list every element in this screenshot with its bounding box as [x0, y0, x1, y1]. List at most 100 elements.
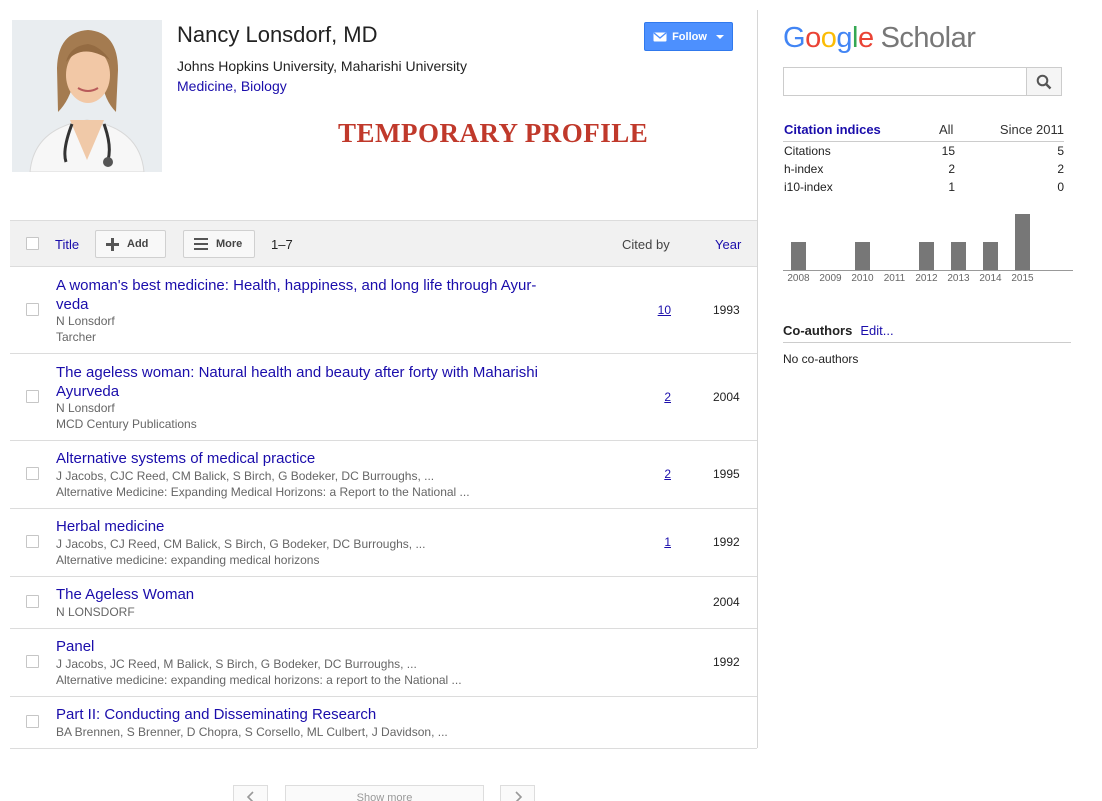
article-title-link[interactable]: The ageless woman: Natural health and be…	[56, 363, 566, 401]
article-row: Part II: Conducting and Disseminating Re…	[10, 697, 757, 749]
add-label: Add	[127, 238, 149, 250]
article-venue: Alternative medicine: expanding medical …	[56, 553, 320, 567]
more-button[interactable]: More	[183, 230, 255, 258]
article-row: The ageless woman: Natural health and be…	[10, 354, 757, 441]
article-title-link[interactable]: Alternative systems of medical practice	[56, 449, 566, 468]
chart-tick-label: 2015	[1011, 273, 1034, 284]
article-count: 1–7	[271, 237, 293, 252]
article-title-link[interactable]: Herbal medicine	[56, 517, 566, 536]
article-authors: J Jacobs, CJC Reed, CM Balick, S Birch, …	[56, 469, 435, 483]
cited-by-link[interactable]: 2	[664, 467, 671, 481]
article-checkbox[interactable]	[26, 595, 39, 608]
article-authors: N Lonsdorf	[56, 401, 115, 415]
plus-icon	[106, 237, 119, 251]
logo-letter: g	[836, 22, 852, 54]
cited-by-link[interactable]: 10	[658, 303, 671, 317]
follow-label: Follow	[672, 30, 707, 43]
coauthors-header: Co-authors Edit...	[783, 323, 1071, 343]
article-checkbox[interactable]	[26, 535, 39, 548]
next-page-button[interactable]	[500, 785, 535, 801]
chart-bar-2010[interactable]	[855, 242, 870, 270]
chevron-down-icon	[715, 34, 724, 39]
article-authors: BA Brennen, S Brenner, D Chopra, S Corse…	[56, 725, 448, 739]
article-year: 1992	[713, 655, 740, 669]
article-title-link[interactable]: Part II: Conducting and Disseminating Re…	[56, 705, 566, 724]
search-icon	[1036, 74, 1052, 89]
article-checkbox[interactable]	[26, 303, 39, 316]
articles-toolbar: Title Add More 1–7 Cited by Year	[10, 220, 757, 267]
chart-tick-label: 2014	[979, 273, 1002, 284]
cited-by-header: Cited by	[622, 237, 670, 252]
interest-biology-link[interactable]: Biology	[241, 78, 287, 94]
logo-scholar-text: Scholar	[880, 22, 976, 54]
article-checkbox[interactable]	[26, 390, 39, 403]
article-row: Alternative systems of medical practice …	[10, 441, 757, 509]
article-checkbox[interactable]	[26, 715, 39, 728]
chart-tick-label: 2010	[851, 273, 874, 284]
add-button[interactable]: Add	[95, 230, 166, 258]
article-year: 2004	[713, 390, 740, 404]
citation-row-since: 0	[1057, 180, 1064, 194]
article-year: 1993	[713, 303, 740, 317]
scholar-search-input[interactable]	[783, 67, 1027, 96]
logo-letter: o	[820, 22, 837, 54]
profile-column: Nancy Lonsdorf, MD Johns Hopkins Univers…	[10, 0, 758, 801]
article-venue: Alternative Medicine: Expanding Medical …	[56, 485, 470, 499]
profile-interests: Medicine, Biology	[177, 78, 287, 94]
previous-page-button[interactable]	[233, 785, 268, 801]
chart-tick-label: 2012	[915, 273, 938, 284]
google-scholar-logo[interactable]: Google Scholar	[783, 22, 976, 55]
article-row: A woman's best medicine: Health, happine…	[10, 267, 757, 354]
profile-affiliation: Johns Hopkins University, Maharishi Univ…	[177, 58, 467, 74]
chevron-right-icon	[514, 791, 522, 801]
interest-separator: ,	[233, 78, 241, 94]
edit-coauthors-link[interactable]: Edit...	[860, 323, 893, 338]
cited-by-link[interactable]: 1	[664, 535, 671, 549]
article-venue: MCD Century Publications	[56, 417, 197, 431]
profile-name: Nancy Lonsdorf, MD	[177, 22, 378, 47]
chart-bar-2012[interactable]	[919, 242, 934, 270]
search-button[interactable]	[1026, 67, 1062, 96]
no-coauthors-text: No co-authors	[783, 352, 859, 366]
interest-medicine-link[interactable]: Medicine	[177, 78, 233, 94]
article-row: The Ageless Woman N LONSDORF 2004	[10, 577, 757, 629]
chart-tick-label: 2008	[787, 273, 810, 284]
chart-tick-label: 2013	[947, 273, 970, 284]
citation-row-all: 1	[948, 180, 955, 194]
chart-bar-2015[interactable]	[1015, 214, 1030, 270]
chart-bar-2008[interactable]	[791, 242, 806, 270]
more-label: More	[216, 238, 243, 250]
citation-row-label: Citations	[784, 144, 831, 158]
article-year: 2004	[713, 595, 740, 609]
article-venue: Alternative medicine: expanding medical …	[56, 673, 462, 687]
chart-tick-label: 2009	[819, 273, 842, 284]
chart-bar-2014[interactable]	[983, 242, 998, 270]
select-all-checkbox[interactable]	[26, 237, 39, 250]
article-checkbox[interactable]	[26, 655, 39, 668]
sort-by-title-link[interactable]: Title	[55, 237, 79, 252]
show-more-button[interactable]: Show more	[285, 785, 484, 801]
envelope-icon	[653, 31, 667, 41]
chart-bar-2013[interactable]	[951, 242, 966, 270]
citation-indices-title: Citation indices	[784, 122, 881, 137]
article-row: Herbal medicine J Jacobs, CJ Reed, CM Ba…	[10, 509, 757, 577]
follow-button[interactable]: Follow	[644, 22, 733, 51]
citation-row-all: 2	[948, 162, 955, 176]
citation-row-since: 2	[1057, 162, 1064, 176]
citations-per-year-chart: 2008 2009 2010 2011 2012 2013 2014 2015	[783, 214, 1073, 284]
sort-by-year-link[interactable]: Year	[715, 237, 741, 252]
article-title-link[interactable]: Panel	[56, 637, 566, 656]
citation-row-all: 15	[941, 144, 955, 158]
chart-tick-label: 2011	[884, 273, 906, 284]
column-since-header: Since 2011	[999, 122, 1064, 137]
article-title-link[interactable]: A woman's best medicine: Health, happine…	[56, 276, 566, 314]
logo-google-text: Google	[783, 22, 874, 54]
cited-by-link[interactable]: 2	[664, 390, 671, 404]
logo-letter: o	[805, 22, 821, 54]
column-all-header: All	[939, 122, 954, 137]
article-title-link[interactable]: The Ageless Woman	[56, 585, 566, 604]
article-checkbox[interactable]	[26, 467, 39, 480]
profile-photo	[12, 20, 162, 172]
temporary-profile-notice: TEMPORARY PROFILE	[338, 118, 649, 148]
article-venue: Tarcher	[56, 330, 97, 344]
